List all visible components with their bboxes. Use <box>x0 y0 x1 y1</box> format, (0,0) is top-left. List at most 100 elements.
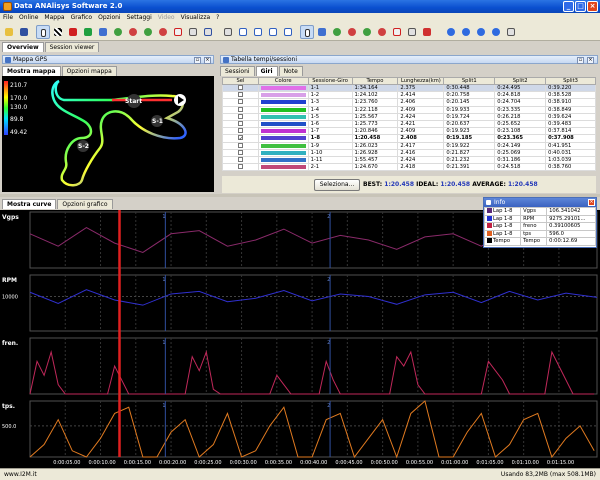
tab-sessioni[interactable]: Sessioni <box>220 66 255 76</box>
zoom-fit-button[interactable] <box>141 25 155 39</box>
table-panel-close-button[interactable]: × <box>587 57 594 64</box>
row-color-swatch[interactable] <box>260 143 306 148</box>
col-sel[interactable]: Sel <box>222 77 259 85</box>
row-checkbox[interactable] <box>237 142 243 148</box>
tool-x-button[interactable] <box>221 25 235 39</box>
table-row[interactable]: ✓ 1-8 1:20.458 2.408 0:19.185 0:23.365 0:37.90… <box>222 134 596 143</box>
row-color-swatch[interactable] <box>260 122 306 127</box>
help-button[interactable] <box>489 25 503 39</box>
tab-overview[interactable]: Overview <box>2 42 44 52</box>
tab-opzioni-grafico[interactable]: Opzioni grafico <box>57 199 113 209</box>
exit-button[interactable] <box>504 25 518 39</box>
table-row[interactable]: 1-7 1:20.846 2.409 0:19.923 0:23.108 0:37.814 <box>222 127 596 136</box>
col-tempo[interactable]: Tempo <box>351 77 399 85</box>
window-4-button[interactable] <box>281 25 295 39</box>
row-checkbox[interactable] <box>237 113 243 119</box>
map-panel-close-button[interactable]: × <box>204 57 211 64</box>
menu-opzioni[interactable]: Opzioni <box>95 13 124 23</box>
zoom-out-button[interactable] <box>126 25 140 39</box>
row-color-swatch[interactable] <box>260 107 306 112</box>
col-sessione-giro[interactable]: Sessione-Giro <box>307 77 353 85</box>
window-2-button[interactable] <box>251 25 265 39</box>
select-tool-button[interactable] <box>36 25 50 39</box>
telemetry-charts[interactable]: Vgps 1 2 10000 RPM 1 2 fren. 1 2 500.0 tps. 1 2 0:00:0… <box>0 210 600 468</box>
move-button[interactable] <box>96 25 110 39</box>
info-close-button[interactable]: × <box>588 199 595 206</box>
row-checkbox[interactable] <box>237 164 243 170</box>
table-row[interactable]: 1-6 1:25.773 2.421 0:20.637 0:25.652 0:39.483 <box>222 119 596 129</box>
col-lunghezza[interactable]: Lunghezza(km) <box>397 77 445 85</box>
chart-move-button[interactable] <box>315 25 329 39</box>
row-color-swatch[interactable] <box>260 150 306 155</box>
seleziona-button[interactable]: Seleziona... <box>314 179 360 191</box>
fit-window-button[interactable] <box>171 25 185 39</box>
window-1-button[interactable] <box>236 25 250 39</box>
row-color-swatch[interactable] <box>260 157 306 162</box>
expand-button[interactable] <box>186 25 200 39</box>
chart-zoom-in-button[interactable] <box>330 25 344 39</box>
row-color-swatch[interactable] <box>260 129 306 134</box>
row-color-swatch[interactable] <box>260 93 306 98</box>
row-color-swatch[interactable] <box>260 136 306 141</box>
table-row[interactable]: 1-4 1:22.118 2.409 0:19.933 0:23.335 0:38.849 <box>222 105 596 114</box>
row-checkbox[interactable] <box>237 121 243 127</box>
table-row[interactable]: 1-9 1:26.023 2.417 0:19.922 0:24.149 0:41.951 <box>222 141 596 150</box>
table-row[interactable]: 2-1 1:24.670 2.418 0:21.391 0:24.518 0:38.760 <box>222 163 596 172</box>
window-3-button[interactable] <box>266 25 280 39</box>
gps-map[interactable]: 210.7 170.0 130.0 89.8 49.42 Start S-1 S… <box>2 76 214 192</box>
table-panel-restore-button[interactable]: ▫ <box>577 57 584 64</box>
col-split3[interactable]: Split3 <box>545 77 596 85</box>
tab-mostra-mappa[interactable]: Mostra mappa <box>2 66 61 76</box>
layout-button[interactable] <box>201 25 215 39</box>
table-row[interactable]: 1-1 1:34.164 2.375 0:30.448 0:24.495 0:39.220 <box>222 83 596 93</box>
menu-online[interactable]: Online <box>16 13 41 23</box>
zoom-reset-button[interactable] <box>156 25 170 39</box>
chart-zoom-out-button[interactable] <box>345 25 359 39</box>
row-color-swatch[interactable] <box>260 86 306 91</box>
row-checkbox[interactable] <box>237 92 243 98</box>
table-row[interactable]: 1-3 1:23.760 2.406 0:20.145 0:24.704 0:38.910 <box>222 98 596 107</box>
row-color-swatch[interactable] <box>260 165 306 170</box>
zoom-in-button[interactable] <box>111 25 125 39</box>
row-checkbox[interactable] <box>237 106 243 112</box>
col-split2[interactable]: Split2 <box>494 77 547 85</box>
row-checkbox[interactable] <box>237 85 243 91</box>
tab-note[interactable]: Note <box>278 66 303 76</box>
menu-mappa[interactable]: Mappa <box>41 13 67 23</box>
row-checkbox[interactable] <box>237 99 243 105</box>
table-row[interactable]: 1-10 1:26.928 2.416 0:21.827 0:25.069 0:40.03… <box>222 148 596 157</box>
row-checkbox[interactable] <box>237 156 243 162</box>
row-checkbox[interactable] <box>237 149 243 155</box>
down-button[interactable] <box>474 25 488 39</box>
tab-opzioni-mappa[interactable]: Opzioni mappa <box>61 66 117 76</box>
chart-select-tool-button[interactable] <box>300 25 314 39</box>
row-color-swatch[interactable] <box>260 114 306 119</box>
maximize-button[interactable]: □ <box>575 1 586 12</box>
tab-session-viewer[interactable]: Session viewer <box>44 42 100 52</box>
save-button[interactable] <box>17 25 31 39</box>
chart-fit-button[interactable] <box>390 25 404 39</box>
info-panel-header[interactable]: Info × <box>484 198 596 207</box>
row-checkbox[interactable] <box>237 128 243 134</box>
menu-visualizza[interactable]: Visualizza <box>178 13 214 23</box>
chart-zoom-reset-button[interactable] <box>375 25 389 39</box>
table-row[interactable]: 1-5 1:25.567 2.424 0:19.724 0:26.218 0:39.624 <box>222 112 596 121</box>
tab-giri[interactable]: Giri <box>255 66 278 76</box>
close-button[interactable]: × <box>587 1 598 12</box>
tab-mostra-curve[interactable]: Mostra curve <box>2 199 57 209</box>
table-row[interactable]: 1-11 1:55.457 2.424 0:21.232 0:31.186 1:03.03… <box>222 155 596 165</box>
flag-green-button[interactable] <box>81 25 95 39</box>
up-button[interactable] <box>459 25 473 39</box>
checkered-flag-button[interactable] <box>51 25 65 39</box>
chart-expand-button[interactable] <box>405 25 419 39</box>
map-panel-restore-button[interactable]: ▫ <box>194 57 201 64</box>
minimize-button[interactable]: _ <box>563 1 574 12</box>
menu-settaggi[interactable]: Settaggi <box>124 13 155 23</box>
row-color-swatch[interactable] <box>260 100 306 105</box>
chart-zoom-fit-button[interactable] <box>360 25 374 39</box>
table-row[interactable]: 1-2 1:24.102 2.414 0:20.758 0:24.818 0:38.528 <box>222 91 596 100</box>
open-folder-button[interactable] <box>2 25 16 39</box>
col-colore[interactable]: Colore <box>257 77 309 85</box>
info-button[interactable] <box>444 25 458 39</box>
chart-pin-button[interactable] <box>420 25 434 39</box>
